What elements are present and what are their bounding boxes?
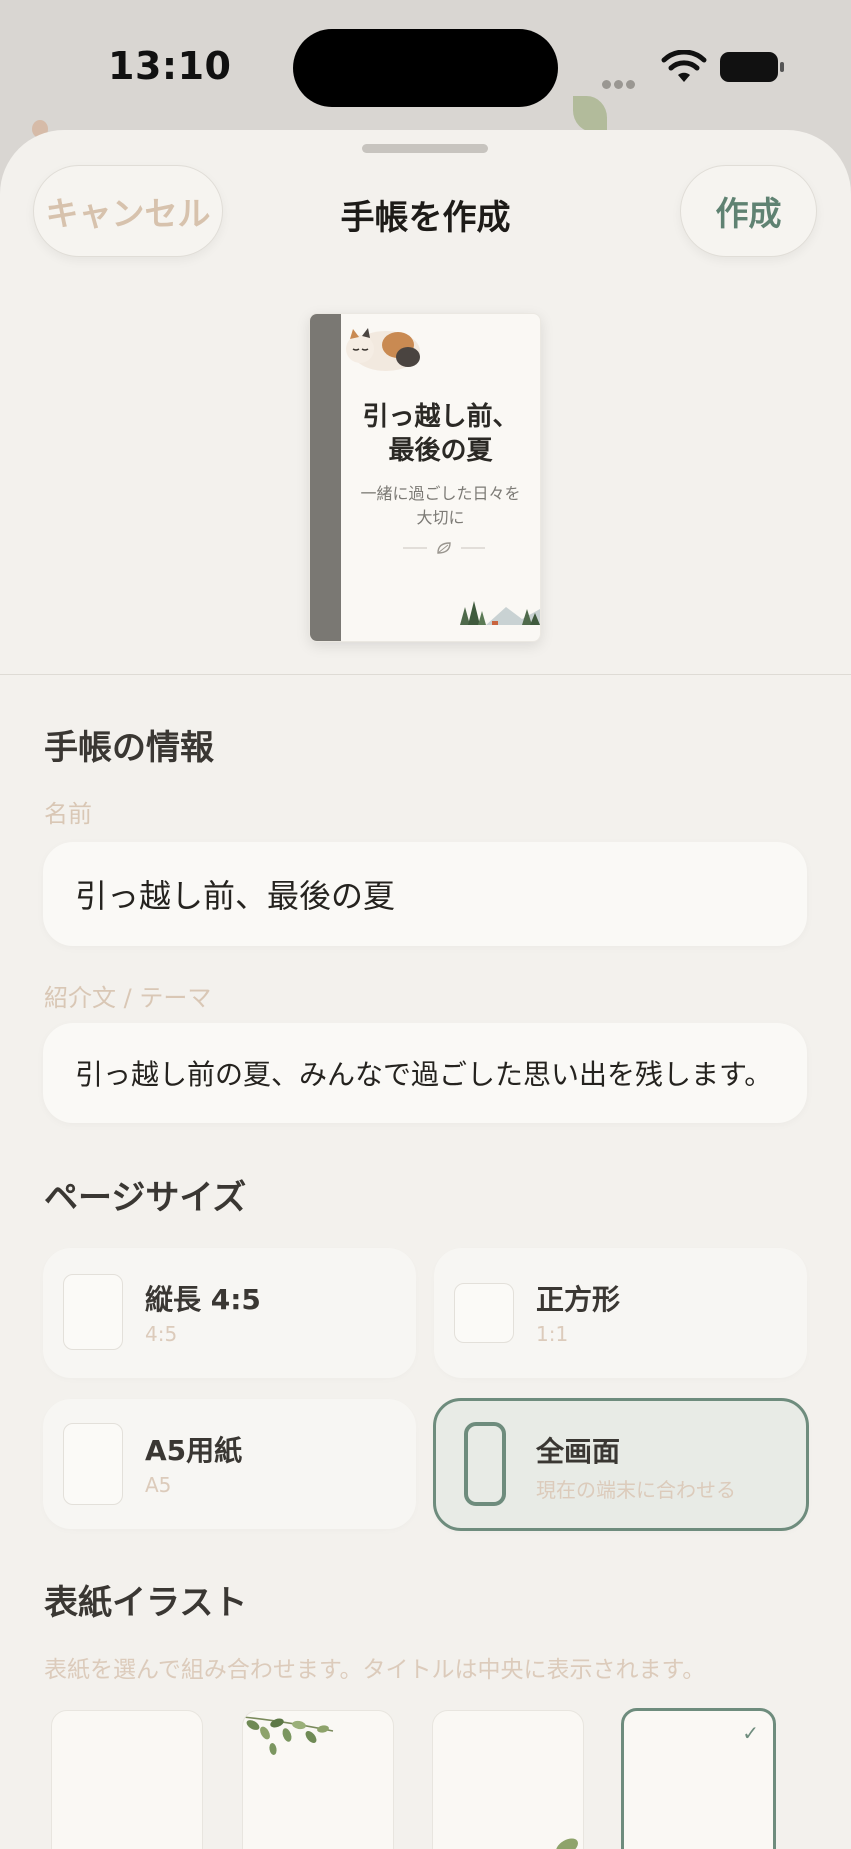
- cover-option-selected[interactable]: ✓: [621, 1708, 776, 1849]
- dynamic-island: [293, 29, 558, 107]
- page-size-ratio: 現在の端末に合わせる: [536, 1478, 736, 1502]
- preview-title: 引っ越し前、 最後の夏: [362, 402, 519, 466]
- status-time: 13:10: [108, 44, 232, 88]
- page-size-name: 縦長 4:5: [145, 1283, 261, 1316]
- leaves-illustration: [243, 1716, 334, 1755]
- page-size-option-portrait[interactable]: 縦長 4:5 4:5: [43, 1248, 416, 1378]
- wifi-icon: [661, 50, 707, 82]
- checkmark-icon: ✓: [742, 1721, 759, 1745]
- page-size-option-square[interactable]: 正方形 1:1: [434, 1248, 807, 1378]
- page-size-name: 全画面: [536, 1435, 621, 1468]
- book-spine: [310, 314, 341, 641]
- sprout-illustration: [556, 1838, 578, 1849]
- page-size-name: 正方形: [536, 1283, 621, 1316]
- page-size-ratio: 1:1: [536, 1322, 569, 1346]
- cover-section-hint: 表紙を選んで組み合わせます。タイトルは中央に表示されます。: [44, 1657, 706, 1683]
- forest-illustration: [460, 601, 540, 625]
- preview-subtitle: 一緒に過ごした日々を 大切に: [360, 484, 521, 527]
- a5-thumbnail: [63, 1423, 123, 1505]
- cover-option-plain[interactable]: [51, 1710, 203, 1849]
- page-size-section-heading: ページサイズ: [44, 1178, 247, 1218]
- notebook-cover-preview: 引っ越し前、 最後の夏 一緒に過ごした日々を 大切に: [309, 313, 541, 642]
- page-size-option-a5[interactable]: A5用紙 A5: [43, 1399, 416, 1529]
- signal-dots-icon: [602, 74, 646, 89]
- description-field-label: 紹介文 / テーマ: [44, 984, 212, 1012]
- page-size-name: A5用紙: [145, 1434, 243, 1467]
- create-button[interactable]: 作成: [680, 165, 817, 257]
- background-leaf: [573, 96, 607, 132]
- status-bar: 13:10: [0, 0, 851, 138]
- square-thumbnail: [454, 1283, 514, 1343]
- portrait-thumbnail: [63, 1274, 123, 1350]
- page-size-ratio: 4:5: [145, 1322, 178, 1346]
- fullscreen-thumbnail: [464, 1422, 506, 1506]
- info-section-heading: 手帳の情報: [44, 728, 214, 768]
- create-notebook-sheet: キャンセル 手帳を作成 作成 引っ越し前、 最後の夏 一緒に過ごした日々を 大切…: [0, 130, 851, 1849]
- cover-section-heading: 表紙イラスト: [44, 1583, 248, 1623]
- description-field[interactable]: 引っ越し前の夏、みんなで過ごした思い出を残します。: [43, 1023, 807, 1123]
- section-divider: [0, 674, 851, 675]
- cover-option-sprout[interactable]: [432, 1710, 584, 1849]
- page-size-option-fullscreen[interactable]: 全画面 現在の端末に合わせる: [433, 1398, 809, 1531]
- leaf-ornament-icon: [403, 542, 485, 554]
- sheet-grabber[interactable]: [362, 144, 488, 153]
- name-field-label: 名前: [44, 800, 92, 828]
- sleeping-cat-illustration: [346, 328, 420, 371]
- cover-option-leaves[interactable]: [242, 1710, 394, 1849]
- page-size-ratio: A5: [145, 1473, 172, 1497]
- battery-icon: [720, 52, 784, 82]
- name-field[interactable]: 引っ越し前、最後の夏: [43, 842, 807, 946]
